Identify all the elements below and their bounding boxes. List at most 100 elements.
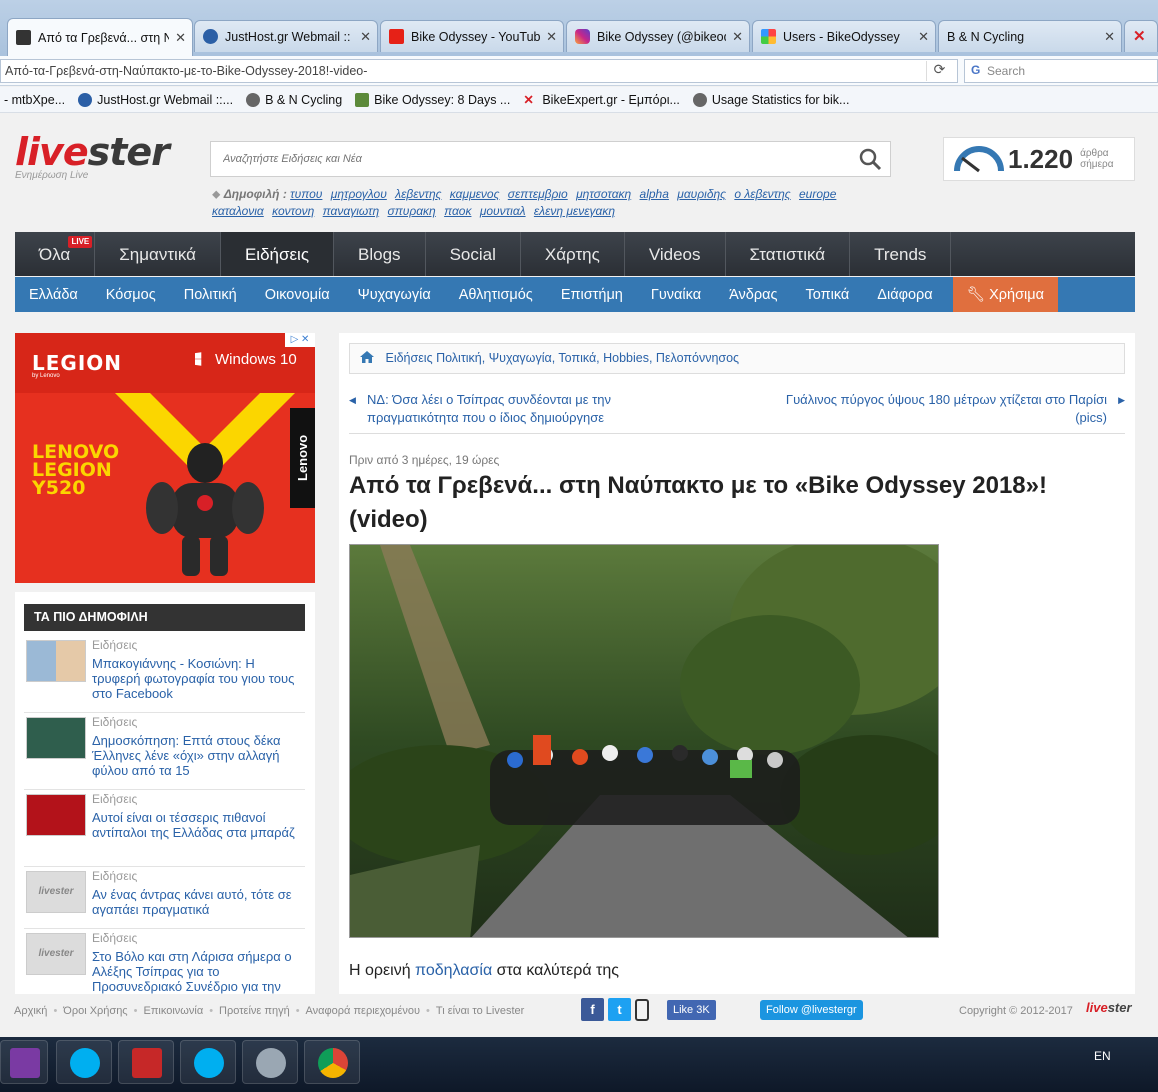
bookmark-justhost[interactable]: JustHost.gr Webmail ::... — [78, 92, 233, 107]
taskbar-onenote[interactable] — [0, 1040, 48, 1084]
popular-tag-link[interactable]: ο λεβεντης — [734, 187, 790, 201]
popular-tag-link[interactable]: μουντιαλ — [480, 204, 526, 218]
taskbar-app[interactable] — [242, 1040, 298, 1084]
popular-tag-link[interactable]: σπυρακη — [387, 204, 435, 218]
tools-menu-button[interactable]: 🔧︎ Χρήσιμα — [952, 277, 1059, 312]
gauge-icon — [954, 146, 1004, 173]
popular-tag-link[interactable]: καμμενος — [450, 187, 500, 201]
tab-justhost-webmail[interactable]: JustHost.gr Webmail :: Επ ✕ — [194, 20, 378, 52]
sub-nav-item[interactable]: Τοπικά — [791, 277, 863, 312]
list-item[interactable]: Ειδήσεις Αυτοί είναι οι τέσσερις πιθανοί… — [24, 790, 305, 867]
list-item[interactable]: livester Ειδήσεις Αν ένας άντρας κάνει α… — [24, 867, 305, 929]
bookmark-usage-stats[interactable]: Usage Statistics for bik... — [692, 92, 849, 107]
cycling-link[interactable]: ποδηλασία — [415, 962, 492, 979]
sub-nav-item[interactable]: Αθλητισμός — [445, 277, 547, 312]
main-nav-item[interactable]: Όλα LIVE — [15, 232, 96, 276]
language-indicator[interactable]: EN — [1094, 1049, 1111, 1063]
popular-tag-link[interactable]: μητρογλου — [331, 187, 387, 201]
bookmark-bn-cycling[interactable]: B & N Cycling — [246, 92, 342, 107]
bookmark-bike-odyssey[interactable]: Bike Odyssey: 8 Days ... — [355, 92, 510, 107]
footer-link[interactable]: Αναφορά περιεχομένου — [306, 1005, 421, 1017]
taskbar-polar[interactable] — [118, 1040, 174, 1084]
main-nav-item[interactable]: Social — [426, 232, 521, 276]
sub-nav-item[interactable]: Πολιτική — [170, 277, 251, 312]
search-icon[interactable] — [858, 147, 882, 171]
close-tab-icon[interactable]: ✕ — [1104, 29, 1115, 45]
main-nav-item[interactable]: Ειδήσεις — [220, 232, 335, 276]
popular-tag-link[interactable]: παοκ — [444, 204, 471, 218]
ad-choices-close-icon[interactable]: ▷ ✕ — [285, 333, 315, 347]
list-item[interactable]: livester Ειδήσεις Στο Βόλο και στη Λάρισ… — [24, 929, 305, 994]
skype-icon — [70, 1048, 100, 1078]
home-icon[interactable] — [360, 351, 374, 363]
sub-nav-item[interactable]: Άνδρας — [715, 277, 791, 312]
footer-link[interactable]: Επικοινωνία — [143, 1005, 203, 1017]
tab-youtube[interactable]: Bike Odyssey - YouTube ✕ — [380, 20, 564, 52]
popular-tag-link[interactable]: alpha — [640, 187, 669, 201]
popular-tag-link[interactable]: σεπτεμβριο — [508, 187, 568, 201]
footer-link[interactable]: Όροι Χρήσης — [63, 1005, 127, 1017]
taskbar-chrome[interactable] — [304, 1040, 360, 1084]
main-nav-item[interactable]: Videos — [625, 232, 726, 276]
close-tab-icon[interactable]: ✕ — [360, 29, 371, 45]
popular-tag-link[interactable]: παναγιωτη — [323, 204, 379, 218]
site-footer: Αρχική • Όροι Χρήσης • Επικοινωνία • Προτείνε … — [0, 995, 1158, 1033]
live-badge: LIVE — [68, 236, 93, 248]
popular-tag-link[interactable]: λεβεντης — [395, 187, 441, 201]
next-article-link[interactable]: Γυάλινος πύργος ύψους 180 μέτρων χτίζετα… — [755, 391, 1125, 427]
sub-nav-item[interactable]: Επιστήμη — [547, 277, 637, 312]
close-tab-icon[interactable]: ✕ — [732, 29, 743, 45]
main-nav-item[interactable]: Blogs — [334, 232, 426, 276]
popular-tag-link[interactable]: καταλονια — [212, 204, 264, 218]
lenovo-ad-banner[interactable]: LEGION by Lenovo Windows 10 LENOVO LEGION… — [15, 333, 315, 583]
popular-tag-link[interactable]: europe — [799, 187, 836, 201]
sub-nav-item[interactable]: Ελλάδα — [15, 277, 92, 312]
taskbar-skype[interactable] — [56, 1040, 112, 1084]
popular-tag-link[interactable]: τυπου — [290, 187, 322, 201]
url-field[interactable]: Από-τα-Γρεβενά-στη-Ναύπακτο-με-το-Bike-O… — [0, 59, 958, 83]
main-nav-item[interactable]: Χάρτης — [521, 232, 625, 276]
reload-icon[interactable]: ⟳ — [926, 61, 952, 81]
popular-tag-link[interactable]: κοντονη — [272, 204, 314, 218]
close-tab-icon[interactable]: ✕ — [918, 29, 929, 45]
livester-logo[interactable]: livester Ενημέρωση Live — [15, 130, 195, 190]
taskbar-skype-2[interactable] — [180, 1040, 236, 1084]
bookmark-mtbxpert[interactable]: - mtbXpe... — [4, 93, 65, 107]
sub-nav-item[interactable]: Οικονομία — [251, 277, 344, 312]
tab-bikeexpert[interactable]: ✕ — [1124, 20, 1158, 52]
arrow-left-icon: ◀ — [349, 395, 356, 405]
close-tab-icon[interactable]: ✕ — [546, 29, 557, 45]
tab-users[interactable]: Users - BikeOdyssey ✕ — [752, 20, 936, 52]
mobile-phone-icon[interactable] — [635, 998, 649, 1021]
sub-nav-item[interactable]: Ψυχαγωγία — [344, 277, 445, 312]
browser-search-field[interactable]: G Search — [964, 59, 1158, 83]
tab-bn-cycling[interactable]: B & N Cycling ✕ — [938, 20, 1122, 52]
main-nav-item[interactable]: Στατιστικά — [726, 232, 851, 276]
tab-active-article[interactable]: Από τα Γρεβενά... στη Ναύπακτο ✕ — [7, 18, 193, 56]
sub-nav-item[interactable]: Διάφορα — [863, 277, 946, 312]
list-item[interactable]: Ειδήσεις Δημοσκόπηση: Επτά στους δέκα Έλ… — [24, 713, 305, 790]
popular-tag-link[interactable]: μαυριδης — [677, 187, 726, 201]
main-nav-item[interactable]: Trends — [850, 232, 952, 276]
facebook-icon[interactable]: f — [581, 998, 604, 1021]
footer-link[interactable]: Τι είναι το Livester — [436, 1005, 524, 1017]
article-photo-cyclists[interactable] — [349, 544, 939, 938]
article-panel: Ειδήσεις Πολιτική, Ψυχαγωγία, Τοπικά, Ho… — [339, 333, 1135, 994]
sub-nav-item[interactable]: Κόσμος — [92, 277, 170, 312]
popular-tag-link[interactable]: μητσοτακη — [576, 187, 631, 201]
previous-article-link[interactable]: ◀ ΝΔ: Όσα λέει ο Τσίπρας συνδέονται με τη… — [349, 391, 649, 427]
facebook-like-button[interactable]: Like 3K — [667, 1000, 716, 1020]
popular-tag-link[interactable]: ελενη μενεγακη — [534, 204, 615, 218]
list-item[interactable]: Ειδήσεις Μπακογιάννης - Κοσιώνη: Η τρυφε… — [24, 636, 305, 713]
main-nav-item[interactable]: Σημαντικά — [95, 232, 221, 276]
twitter-follow-button[interactable]: Follow @livestergr — [760, 1000, 863, 1020]
footer-logo[interactable]: livester — [1086, 1000, 1132, 1015]
site-search-input[interactable] — [211, 142, 831, 176]
sub-nav-item[interactable]: Γυναίκα — [637, 277, 715, 312]
close-tab-icon[interactable]: ✕ — [175, 30, 186, 46]
twitter-icon[interactable]: t — [608, 998, 631, 1021]
footer-link[interactable]: Αρχική — [14, 1005, 47, 1017]
tab-instagram[interactable]: Bike Odyssey (@bikeodysse ✕ — [566, 20, 750, 52]
bookmark-bikeexpert[interactable]: ✕ BikeExpert.gr - Εμπόρι... — [523, 93, 680, 107]
footer-link[interactable]: Προτείνε πηγή — [219, 1005, 290, 1017]
